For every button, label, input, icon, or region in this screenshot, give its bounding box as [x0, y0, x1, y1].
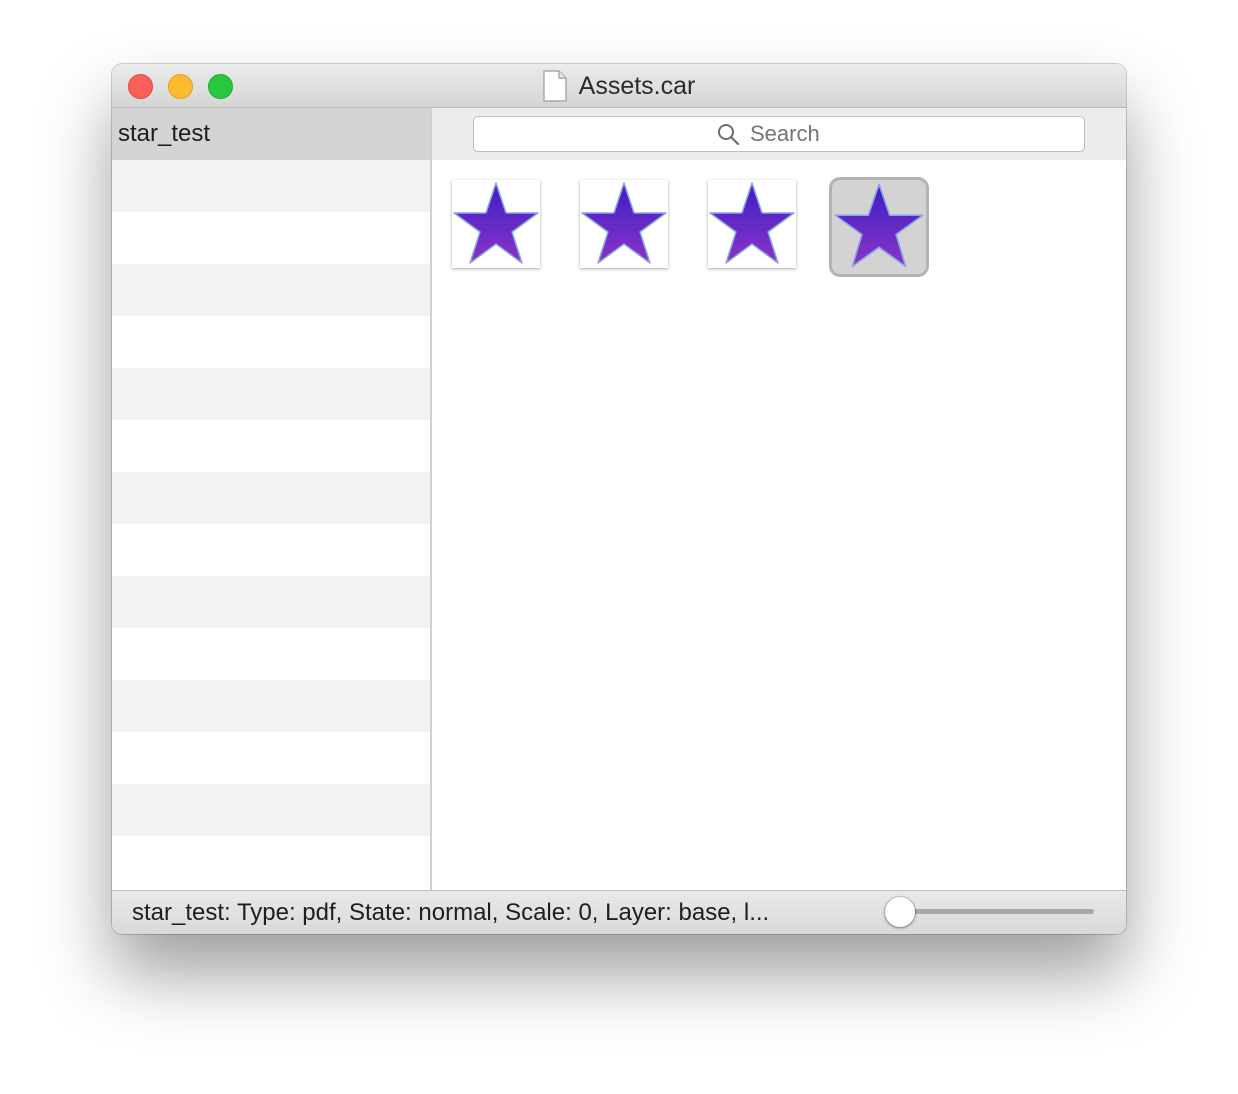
- star-icon: [834, 183, 924, 268]
- title-bar[interactable]: Assets.car: [112, 64, 1126, 108]
- star-thumbnail[interactable]: [452, 180, 540, 268]
- search-field[interactable]: [473, 116, 1085, 152]
- empty-row: [112, 524, 430, 576]
- star-thumbnail[interactable]: [708, 180, 796, 268]
- empty-row: [112, 732, 430, 784]
- empty-row: [112, 368, 430, 420]
- empty-row: [112, 628, 430, 680]
- empty-row: [112, 784, 430, 836]
- document-icon: [543, 70, 567, 102]
- zoom-slider-knob[interactable]: [885, 897, 915, 927]
- asset-sidebar[interactable]: star_test: [112, 108, 432, 890]
- star-thumbnail-selected[interactable]: [832, 180, 926, 274]
- empty-row: [112, 160, 430, 212]
- star-thumbnail[interactable]: [580, 180, 668, 268]
- window-title-group: Assets.car: [112, 64, 1126, 108]
- search-icon: [718, 124, 740, 146]
- zoom-slider[interactable]: [885, 897, 1094, 927]
- star-icon: [453, 182, 539, 264]
- empty-row: [112, 420, 430, 472]
- empty-row: [112, 316, 430, 368]
- empty-row: [112, 680, 430, 732]
- empty-row: [112, 472, 430, 524]
- empty-row: [112, 212, 430, 264]
- app-window: Assets.car star_test Search star_test: T…: [112, 64, 1126, 934]
- sidebar-item-star-test[interactable]: star_test: [112, 108, 430, 160]
- status-bar: star_test: Type: pdf, State: normal, Sca…: [112, 890, 1126, 934]
- empty-row: [112, 576, 430, 628]
- star-icon: [581, 182, 667, 264]
- empty-row: [112, 836, 430, 888]
- search-input[interactable]: [748, 120, 842, 148]
- sidebar-item-label: star_test: [118, 120, 211, 147]
- search-bar: [432, 108, 1126, 160]
- star-icon: [709, 182, 795, 264]
- asset-browser: [432, 108, 1126, 890]
- empty-row: [112, 264, 430, 316]
- window-title: Assets.car: [578, 71, 696, 100]
- asset-info-text: star_test: Type: pdf, State: normal, Sca…: [132, 899, 770, 926]
